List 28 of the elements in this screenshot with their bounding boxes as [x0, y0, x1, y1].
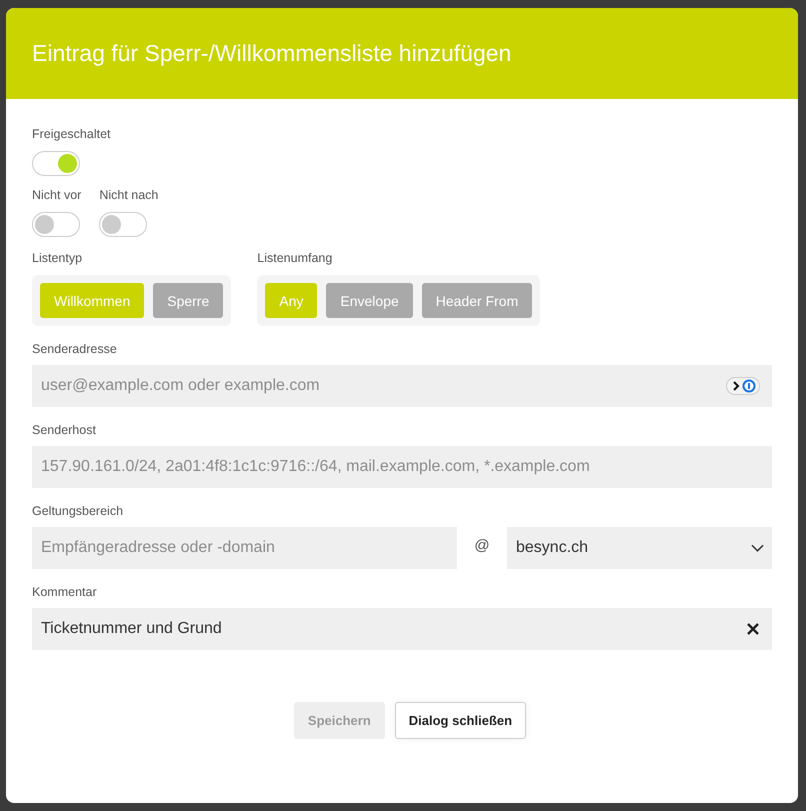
toggle-switch[interactable] — [32, 212, 80, 237]
field-label: Geltungsbereich — [32, 504, 124, 518]
field-label: Senderadresse — [32, 342, 118, 356]
password-manager-icon[interactable] — [726, 377, 760, 395]
toggle-switch[interactable] — [32, 151, 80, 176]
input-field[interactable]: 157.90.161.0/24, 2a01:4f8:1c1c:9716::/64, mail.example.com, *.example.com — [32, 446, 772, 488]
group-label: Listentyp — [32, 251, 84, 265]
field-label: Senderhost — [32, 423, 97, 437]
input-field[interactable]: Ticketnummer und Grund — [32, 608, 772, 650]
group-label: Listenumfang — [257, 251, 334, 265]
at-sign: @ — [473, 536, 491, 554]
segment-button[interactable]: Envelope — [326, 283, 413, 318]
field-label: Kommentar — [32, 585, 98, 599]
input-field[interactable]: user@example.com oder example.com — [32, 365, 772, 407]
chevron-down-icon — [751, 544, 764, 552]
segment-button[interactable]: Header From — [422, 283, 532, 318]
segment-button[interactable]: Sperre — [153, 283, 224, 318]
domain-select[interactable]: besync.ch — [507, 527, 772, 569]
segment-button[interactable]: Willkommen — [40, 283, 144, 318]
input-field[interactable]: Empfängeradresse oder -domain — [32, 527, 457, 569]
switch-label: Freigeschaltet — [32, 127, 111, 141]
switch-label: Nicht vor — [32, 188, 82, 202]
close-dialog-button[interactable]: Dialog schließen — [394, 702, 526, 739]
close-icon[interactable] — [746, 622, 760, 636]
segment-button[interactable]: Any — [265, 283, 318, 318]
dialog-title: Eintrag für Sperr-/Willkommensliste hinzufügen — [32, 40, 512, 67]
toggle-switch[interactable] — [99, 212, 148, 237]
switch-label: Nicht nach — [99, 188, 158, 202]
